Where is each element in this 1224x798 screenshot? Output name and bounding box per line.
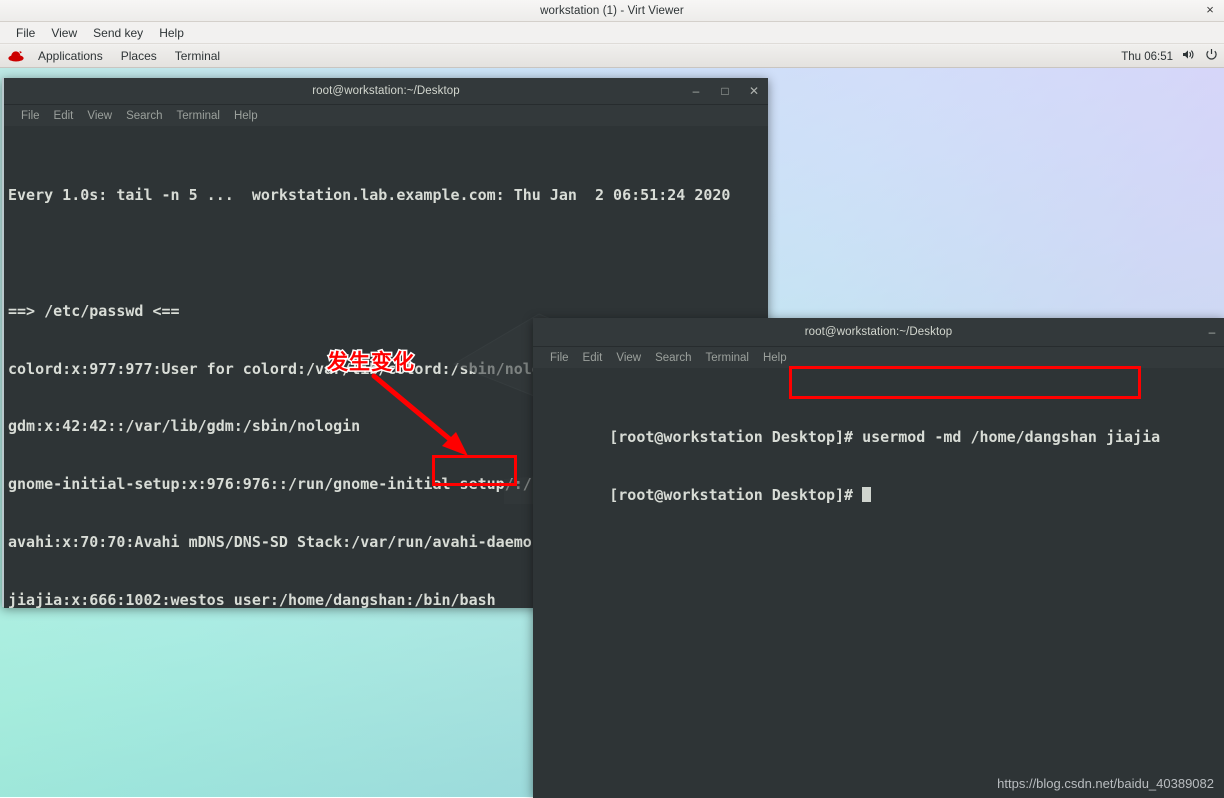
clock[interactable]: Thu 06:51 bbox=[1121, 51, 1173, 63]
close-icon[interactable]: ✕ bbox=[748, 85, 760, 97]
minimize-icon[interactable]: – bbox=[1206, 326, 1218, 338]
terminal1-line: Every 1.0s: tail -n 5 ... workstation.la… bbox=[8, 185, 731, 204]
close-icon[interactable]: × bbox=[1202, 2, 1218, 18]
gnome-applications-menu[interactable]: Applications bbox=[29, 49, 112, 63]
maximize-icon[interactable]: □ bbox=[719, 85, 731, 97]
terminal1-menu-edit[interactable]: Edit bbox=[47, 110, 81, 122]
terminal1-menu-file[interactable]: File bbox=[14, 110, 47, 122]
terminal1-menu-terminal[interactable]: Terminal bbox=[170, 110, 227, 122]
terminal2-menu-file[interactable]: File bbox=[543, 352, 576, 364]
gnome-top-panel: Applications Places Terminal Thu 06:51 bbox=[0, 45, 1224, 68]
terminal1-titlebar: root@workstation:~/Desktop – □ ✕ bbox=[4, 78, 768, 105]
terminal2-menu-search[interactable]: Search bbox=[648, 352, 698, 364]
terminal1-line bbox=[8, 244, 768, 263]
terminal2-line: [root@workstation Desktop]# bbox=[537, 466, 1224, 504]
terminal2-title: root@workstation:~/Desktop bbox=[804, 326, 953, 338]
terminal2-menu-edit[interactable]: Edit bbox=[576, 352, 610, 364]
terminal1-title: root@workstation:~/Desktop bbox=[312, 85, 460, 97]
shell-command: usermod -md /home/dangshan jiajia bbox=[862, 427, 1161, 446]
volume-icon[interactable] bbox=[1182, 48, 1196, 66]
terminal2-window-buttons: – bbox=[1206, 318, 1218, 346]
terminal1-menu-search[interactable]: Search bbox=[119, 110, 169, 122]
shell-prompt: [root@workstation Desktop]# bbox=[609, 485, 863, 504]
terminal2-menu-help[interactable]: Help bbox=[756, 352, 794, 364]
gnome-places-menu[interactable]: Places bbox=[112, 49, 166, 63]
terminal2-line: [root@workstation Desktop]# usermod -md … bbox=[537, 409, 1224, 446]
menu-help[interactable]: Help bbox=[151, 25, 192, 41]
terminal-cursor bbox=[862, 486, 872, 502]
menu-file[interactable]: File bbox=[8, 25, 43, 41]
gnome-status-area: Thu 06:51 bbox=[1121, 45, 1218, 68]
menu-send-key[interactable]: Send key bbox=[85, 25, 151, 41]
viewer-menubar: File View Send key Help bbox=[0, 22, 1224, 44]
power-icon[interactable] bbox=[1205, 48, 1218, 66]
terminal2-menu-view[interactable]: View bbox=[609, 352, 648, 364]
window-title: workstation (1) - Virt Viewer bbox=[540, 4, 684, 17]
menu-view[interactable]: View bbox=[43, 25, 85, 41]
terminal2-titlebar: root@workstation:~/Desktop – bbox=[533, 318, 1224, 347]
gnome-terminal-appname[interactable]: Terminal bbox=[166, 49, 229, 63]
viewer-titlebar: workstation (1) - Virt Viewer × bbox=[0, 0, 1224, 22]
terminal1-window-buttons: – □ ✕ bbox=[690, 78, 760, 104]
virt-viewer-window: workstation (1) - Virt Viewer × File Vie… bbox=[0, 0, 1224, 798]
terminal-window-command[interactable]: root@workstation:~/Desktop – File Edit V… bbox=[533, 318, 1224, 798]
minimize-icon[interactable]: – bbox=[690, 85, 702, 97]
terminal2-output[interactable]: [root@workstation Desktop]# usermod -md … bbox=[533, 368, 1224, 798]
terminal2-menu-terminal[interactable]: Terminal bbox=[699, 352, 756, 364]
terminal1-menubar: File Edit View Search Terminal Help bbox=[4, 105, 768, 126]
terminal1-menu-view[interactable]: View bbox=[80, 110, 119, 122]
terminal2-menubar: File Edit View Search Terminal Help bbox=[533, 347, 1224, 368]
terminal1-menu-help[interactable]: Help bbox=[227, 110, 265, 122]
redhat-logo-icon bbox=[8, 49, 24, 63]
shell-prompt: [root@workstation Desktop]# bbox=[609, 427, 863, 446]
